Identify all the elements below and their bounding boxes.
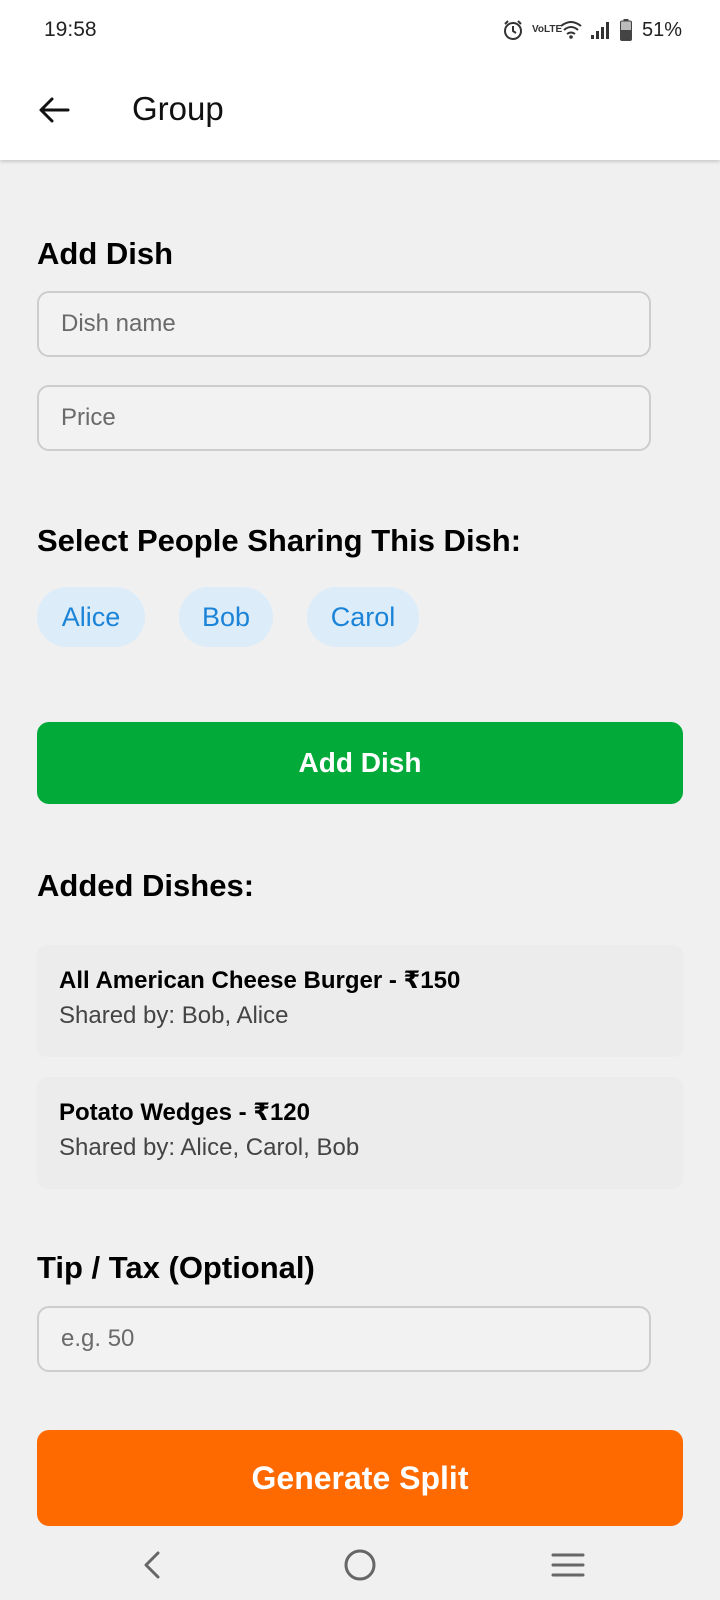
generate-split-button[interactable]: Generate Split: [37, 1430, 683, 1526]
add-dish-button[interactable]: Add Dish: [37, 722, 683, 804]
back-button[interactable]: [34, 90, 74, 130]
tip-tax-heading: Tip / Tax (Optional): [37, 1250, 315, 1285]
volte-icon: VoLTE: [531, 24, 563, 35]
dish-shared-by: Shared by: Bob, Alice: [59, 1001, 289, 1029]
dish-title: All American Cheese Burger - ₹150: [59, 967, 461, 994]
chevron-left-icon: [144, 1551, 160, 1579]
wifi-icon: [560, 21, 582, 39]
tip-tax-input[interactable]: [37, 1306, 651, 1372]
add-dish-heading: Add Dish: [37, 236, 174, 271]
battery-icon: [619, 19, 632, 41]
status-time: 19:58: [44, 18, 97, 41]
added-dishes-heading: Added Dishes:: [37, 868, 255, 903]
chip-alice[interactable]: Alice: [37, 587, 145, 647]
price-input[interactable]: [37, 385, 651, 451]
dish-card: Potato Wedges - ₹120 Shared by: Alice, C…: [37, 1077, 683, 1189]
dish-card: All American Cheese Burger - ₹150 Shared…: [37, 945, 683, 1057]
nav-back-button[interactable]: [122, 1540, 182, 1590]
battery-percent: 51%: [641, 18, 682, 41]
app-bar: Group: [0, 60, 720, 160]
chip-bob[interactable]: Bob: [179, 587, 273, 647]
nav-menu-button[interactable]: [538, 1540, 598, 1590]
dish-name-input[interactable]: [37, 291, 651, 357]
signal-icon: [590, 22, 609, 39]
dish-shared-by: Shared by: Alice, Carol, Bob: [59, 1133, 360, 1161]
chip-carol[interactable]: Carol: [307, 587, 419, 647]
system-nav-bar: [0, 1530, 720, 1600]
nav-home-button[interactable]: [330, 1540, 390, 1590]
arrow-left-icon: [39, 97, 70, 123]
page-title: Group: [132, 90, 224, 127]
status-icons: VoLTE 51%: [502, 16, 682, 44]
alarm-icon: [503, 20, 522, 40]
status-bar: 19:58 VoLTE 51%: [0, 0, 720, 60]
hamburger-menu-icon: [551, 1553, 585, 1577]
dish-title: Potato Wedges - ₹120: [59, 1099, 310, 1126]
circle-home-icon: [344, 1549, 376, 1581]
people-heading: Select People Sharing This Dish:: [37, 523, 522, 558]
